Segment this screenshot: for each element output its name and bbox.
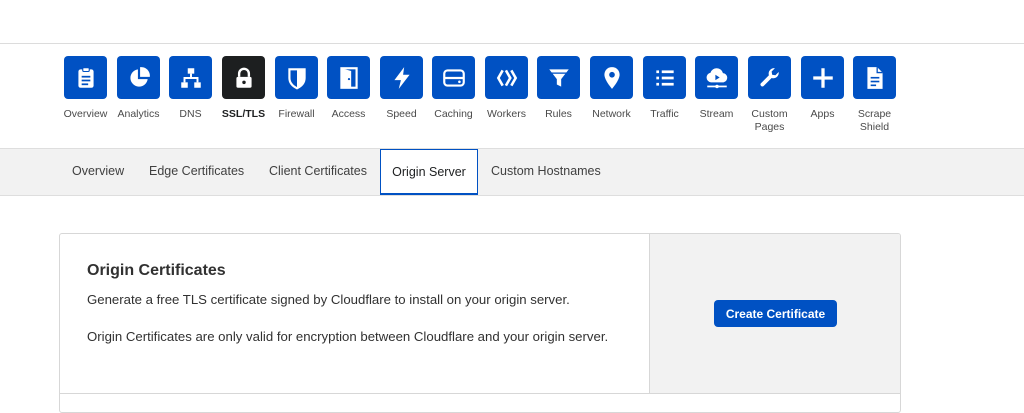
nav-item-apps[interactable]: Apps [796, 56, 849, 121]
pie-chart-icon [129, 66, 150, 87]
tab-overview[interactable]: Overview [72, 149, 124, 195]
nav-label: Workers [487, 108, 526, 120]
nav-item-stream[interactable]: Stream [690, 56, 743, 121]
tab-client-certificates[interactable]: Client Certificates [269, 149, 367, 195]
nav-label: Scrape Shield [857, 108, 892, 133]
plus-icon [812, 67, 833, 88]
nav-label: Stream [699, 108, 734, 120]
create-certificate-button[interactable]: Create Certificate [714, 300, 837, 327]
nav-item-scrape-shield[interactable]: Scrape Shield [848, 56, 901, 134]
nav-label: Custom Pages [751, 108, 788, 133]
nav-item-traffic[interactable]: Traffic [638, 56, 691, 121]
nav-item-overview[interactable]: Overview [59, 56, 112, 121]
top-bar [0, 0, 1024, 44]
origin-certificates-card: Origin Certificates Generate a free TLS … [59, 233, 901, 413]
lock-icon [235, 67, 252, 88]
card-content: Origin Certificates Generate a free TLS … [60, 234, 649, 394]
nav-item-dns[interactable]: DNS [164, 56, 217, 121]
document-icon [866, 66, 883, 89]
shield-icon [287, 67, 306, 90]
location-pin-icon [603, 66, 620, 89]
nav-item-caching[interactable]: Caching [427, 56, 480, 121]
nav-item-custom-pages[interactable]: Custom Pages [743, 56, 796, 134]
tab-origin-server[interactable]: Origin Server [380, 149, 478, 195]
list-icon [655, 69, 674, 86]
network-tree-icon [180, 67, 201, 88]
nav-label: DNS [179, 108, 202, 120]
nav-item-network[interactable]: Network [585, 56, 638, 121]
filter-icon [548, 68, 569, 87]
nav-label: Traffic [650, 108, 679, 120]
nav-label: Analytics [117, 108, 160, 120]
nav-label: Speed [386, 108, 417, 120]
nav-item-speed[interactable]: Speed [375, 56, 428, 121]
nav-item-analytics[interactable]: Analytics [112, 56, 165, 121]
nav-label: Firewall [278, 108, 315, 120]
nav-label: Access [331, 108, 366, 120]
nav-label: Network [592, 108, 631, 120]
card-title: Origin Certificates [87, 262, 226, 279]
nav-label: Apps [810, 108, 835, 120]
door-icon [339, 66, 358, 89]
ssl-subnav: Overview Edge Certificates Client Certif… [0, 148, 1024, 196]
nav-item-firewall[interactable]: Firewall [270, 56, 323, 121]
wrench-icon [759, 67, 779, 86]
nav-item-workers[interactable]: Workers [480, 56, 533, 121]
nav-label: Caching [434, 108, 473, 120]
lightning-icon [393, 66, 410, 89]
card-description: Generate a free TLS certificate signed b… [87, 292, 570, 307]
server-icon [442, 68, 465, 87]
nav-item-access[interactable]: Access [322, 56, 375, 121]
nav-item-ssl-tls[interactable]: SSL/TLS [217, 56, 270, 121]
nav-label: Overview [63, 108, 108, 120]
card-note: Origin Certificates are only valid for e… [87, 329, 609, 344]
tab-custom-hostnames[interactable]: Custom Hostnames [491, 149, 601, 195]
clipboard-icon [77, 66, 94, 88]
nav-label: SSL/TLS [221, 108, 266, 120]
cloud-stream-icon [706, 67, 727, 88]
divider [60, 393, 900, 394]
nav-item-rules[interactable]: Rules [532, 56, 585, 121]
workers-icon [496, 69, 517, 86]
app-navigation: Overview Analytics DNS SSL/TLS Firewall … [0, 44, 1024, 148]
nav-label: Rules [545, 108, 572, 120]
card-action-panel: Create Certificate [649, 234, 900, 394]
tab-edge-certificates[interactable]: Edge Certificates [149, 149, 244, 195]
